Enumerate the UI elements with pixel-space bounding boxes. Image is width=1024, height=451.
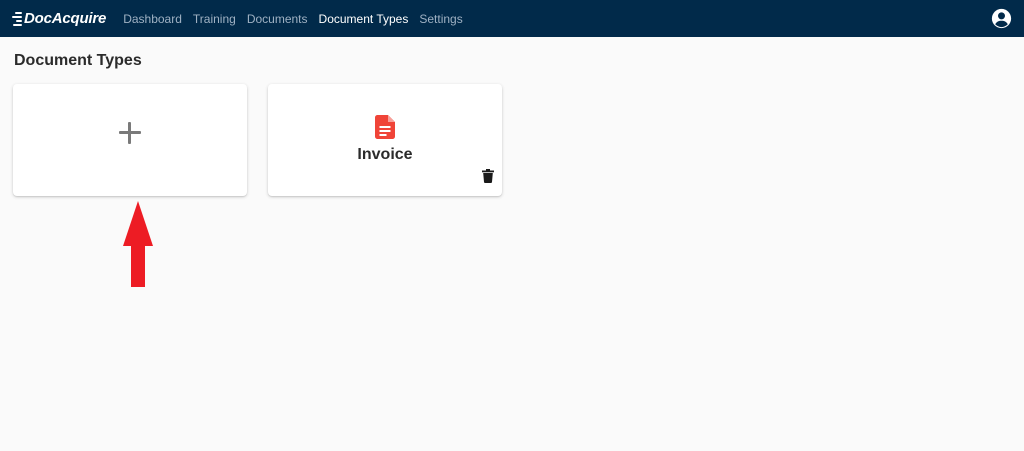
document-icon [375, 115, 395, 139]
nav-item-document-types[interactable]: Document Types [319, 12, 409, 26]
add-document-type-card[interactable] [13, 84, 247, 196]
document-type-card-invoice[interactable]: Invoice [268, 84, 502, 196]
document-type-label: Invoice [357, 146, 413, 163]
annotation-arrow-up-icon [123, 201, 153, 287]
account-circle-icon[interactable] [991, 8, 1012, 29]
top-navbar: DocAcquire Dashboard Training Documents … [0, 0, 1024, 37]
plus-icon [119, 122, 141, 144]
nav-item-documents[interactable]: Documents [247, 12, 308, 26]
trash-icon[interactable] [482, 169, 494, 183]
app-logo[interactable]: DocAcquire [12, 10, 106, 27]
logo-lines-icon [12, 12, 22, 26]
nav-item-dashboard[interactable]: Dashboard [123, 12, 182, 26]
nav-links: Dashboard Training Documents Document Ty… [123, 0, 474, 37]
logo-text: DocAcquire [24, 10, 107, 27]
nav-item-settings[interactable]: Settings [419, 12, 462, 26]
nav-item-training[interactable]: Training [193, 12, 236, 26]
page-title: Document Types [14, 52, 142, 69]
